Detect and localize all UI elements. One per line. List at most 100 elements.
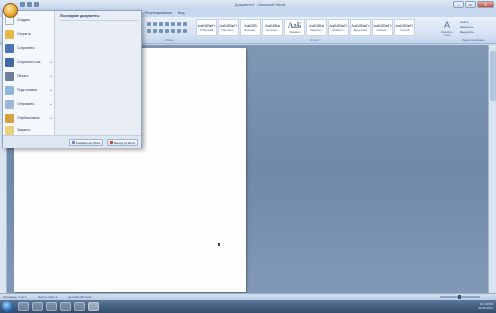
style-name: Заголово... xyxy=(266,29,279,32)
menu-item-label: Создать xyxy=(17,18,31,22)
increase-indent-icon[interactable] xyxy=(171,22,175,26)
start-button[interactable] xyxy=(2,301,13,312)
editing-group: Найти Заменить Выделить xyxy=(460,20,494,35)
prepare-icon xyxy=(5,85,14,95)
style-tile[interactable]: АаБбВ Заголово... xyxy=(240,19,261,36)
title-bar: Документ1 - Microsoft Word – ▭ ✕ xyxy=(0,0,496,10)
style-name: Строгий xyxy=(399,29,410,32)
zoom-knob[interactable] xyxy=(458,295,461,299)
undo-icon[interactable] xyxy=(27,2,32,7)
menu-item-label: Опубликовать xyxy=(17,116,40,120)
status-language[interactable]: русский (Россия) xyxy=(68,295,91,299)
send-icon xyxy=(5,99,14,109)
status-page[interactable]: Страница: 1 из 1 xyxy=(3,295,26,299)
menu-print[interactable]: Печать ▸ xyxy=(5,69,53,83)
maximize-button[interactable]: ▭ xyxy=(465,1,476,8)
ribbon-tabs: Рецензирование Вид xyxy=(145,10,184,17)
explorer-icon[interactable] xyxy=(18,302,29,311)
menu-send[interactable]: Отправить ▸ xyxy=(5,97,53,111)
style-sample: АаБбВвГг xyxy=(329,23,348,28)
recent-documents-panel: Последние документы xyxy=(56,11,141,135)
styles-gallery: АаБбВвГг ¶ Обычный АаБбВвГг ¶ Без инте..… xyxy=(196,19,415,36)
clock-date[interactable]: 22.06.2011 xyxy=(478,306,493,310)
style-sample: АаБ xyxy=(287,21,302,30)
floppy-icon xyxy=(5,43,14,53)
submenu-arrow-icon: ▸ xyxy=(50,116,52,120)
menu-save[interactable]: Сохранить xyxy=(5,41,53,55)
office-menu: Создать Открыть Сохранить Сохранить как … xyxy=(2,10,142,148)
close-button[interactable]: ✕ xyxy=(477,1,494,8)
menu-open[interactable]: Открыть xyxy=(5,27,53,41)
paint-icon[interactable] xyxy=(74,302,85,311)
submenu-arrow-icon: ▸ xyxy=(50,60,52,64)
tab-view[interactable]: Вид xyxy=(178,10,184,17)
style-name: Слабое в... xyxy=(332,29,345,32)
shading-icon[interactable] xyxy=(177,29,181,33)
window-controls: – ▭ ✕ xyxy=(453,1,494,8)
style-name: ¶ Без инте... xyxy=(221,29,236,32)
vertical-scrollbar[interactable] xyxy=(488,45,496,293)
minimize-button[interactable]: – xyxy=(453,1,464,8)
style-tile[interactable]: АаБбВв Подзагол... xyxy=(306,19,327,36)
office-button[interactable] xyxy=(3,3,18,18)
exit-word-label: Выход из Word xyxy=(114,140,135,145)
menu-item-label: Открыть xyxy=(17,32,31,36)
submenu-arrow-icon: ▸ xyxy=(50,88,52,92)
menu-item-label: Сохранить xyxy=(17,46,35,50)
menu-prepare[interactable]: Подготовить ▸ xyxy=(5,83,53,97)
messenger-icon[interactable] xyxy=(60,302,71,311)
word-taskbar-icon[interactable] xyxy=(88,302,99,311)
folder-icon[interactable] xyxy=(32,302,43,311)
office-menu-footer: Параметры Word Выход из Word xyxy=(3,135,141,148)
word-options-label: Параметры Word xyxy=(76,140,100,145)
media-player-icon[interactable] xyxy=(46,302,57,311)
style-name: Выделение xyxy=(353,29,368,32)
align-right-icon[interactable] xyxy=(159,29,163,33)
tab-review[interactable]: Рецензирование xyxy=(145,10,172,17)
open-folder-icon xyxy=(5,29,14,39)
bullets-icon[interactable] xyxy=(147,22,151,26)
decrease-indent-icon[interactable] xyxy=(165,22,169,26)
system-tray: RU 19:56 22.06.2011 xyxy=(478,302,493,310)
select-button[interactable]: Выделить xyxy=(460,30,494,35)
menu-item-label: Отправить xyxy=(17,102,35,106)
multilevel-icon[interactable] xyxy=(159,22,163,26)
save-as-icon xyxy=(5,57,14,67)
save-icon[interactable] xyxy=(20,2,25,7)
publish-icon xyxy=(5,113,14,123)
style-sample: АаБбВв xyxy=(309,23,324,28)
exit-word-button[interactable]: Выход из Word xyxy=(107,139,138,146)
status-words[interactable]: Число слов: 0 xyxy=(38,295,57,299)
sort-icon[interactable] xyxy=(177,22,181,26)
pilcrow-icon[interactable] xyxy=(183,22,187,26)
recent-divider xyxy=(60,20,138,21)
styles-group-label: Стили xyxy=(310,38,319,42)
change-styles-label: Изменить стили xyxy=(441,31,453,37)
style-tile[interactable]: АаБбВв Заголово... xyxy=(262,19,283,36)
align-center-icon[interactable] xyxy=(153,29,157,33)
menu-save-as[interactable]: Сохранить как ▸ xyxy=(5,55,53,69)
style-tile[interactable]: АаБбВвГг ¶ Без инте... xyxy=(218,19,239,36)
style-tile[interactable]: АаБбВвГг ¶ Обычный xyxy=(196,19,217,36)
numbering-icon[interactable] xyxy=(153,22,157,26)
word-options-button[interactable]: Параметры Word xyxy=(69,139,103,146)
style-tile[interactable]: АаБбВвГг Строгий xyxy=(394,19,415,36)
borders-icon[interactable] xyxy=(183,29,187,33)
style-tile[interactable]: АаБбВвГг Выделение xyxy=(350,19,371,36)
style-sample: АаБбВвГг xyxy=(395,23,414,28)
style-tile[interactable]: АаБбВвГг Сильное... xyxy=(372,19,393,36)
close-folder-icon xyxy=(5,125,14,135)
change-styles-button[interactable]: A Изменить стили xyxy=(438,19,456,39)
align-left-icon[interactable] xyxy=(147,29,151,33)
redo-icon[interactable] xyxy=(34,2,39,7)
window-title: Документ1 - Microsoft Word xyxy=(234,2,286,7)
style-tile[interactable]: АаБбВвГг Слабое в... xyxy=(328,19,349,36)
recent-documents-title: Последние документы xyxy=(60,14,100,18)
scroll-thumb[interactable] xyxy=(490,51,496,101)
line-spacing-icon[interactable] xyxy=(171,29,175,33)
submenu-arrow-icon: ▸ xyxy=(50,74,52,78)
style-tile[interactable]: АаБ Название xyxy=(284,19,305,36)
menu-item-label: Сохранить как xyxy=(17,60,41,64)
style-name: Заголово... xyxy=(244,29,257,32)
justify-icon[interactable] xyxy=(165,29,169,33)
